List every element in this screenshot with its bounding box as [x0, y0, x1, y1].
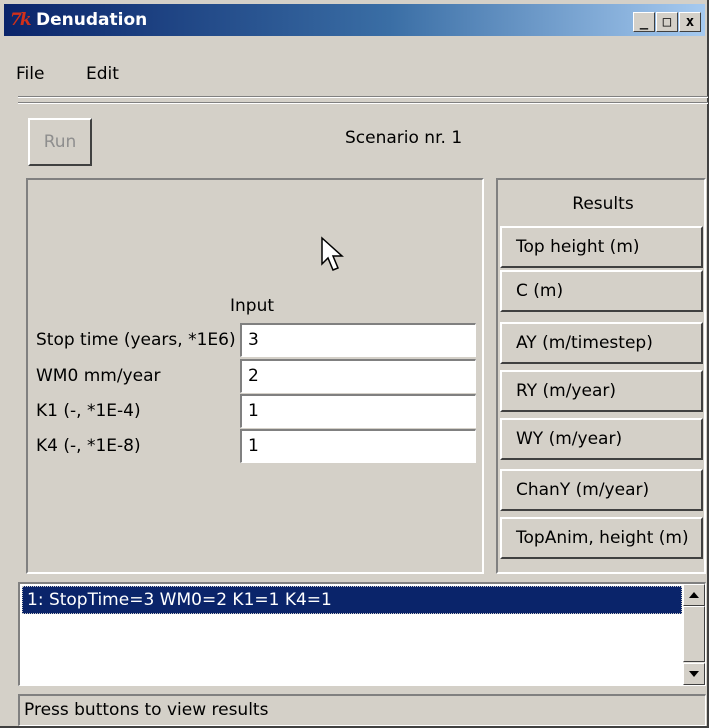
- menu-separator: [18, 96, 708, 98]
- stop-time-input[interactable]: 3: [240, 323, 476, 357]
- k1-label: K1 (-, *1E-4): [36, 401, 141, 421]
- scenario-scrollbar[interactable]: [683, 584, 705, 685]
- run-button[interactable]: Run: [28, 118, 92, 166]
- k1-input[interactable]: 1: [240, 394, 476, 428]
- app-window: 7k Denudation _ □ x File Edit Run Scenar…: [0, 0, 709, 728]
- menu-bar: File Edit: [4, 56, 705, 92]
- scenario-list-item[interactable]: 1: StopTime=3 WM0=2 K1=1 K4=1: [22, 586, 682, 614]
- scroll-down-button[interactable]: [683, 663, 705, 685]
- k4-input[interactable]: 1: [240, 429, 476, 463]
- wy-button[interactable]: WY (m/year): [500, 418, 703, 460]
- ry-button[interactable]: RY (m/year): [500, 370, 703, 412]
- close-button[interactable]: x: [679, 12, 701, 32]
- c-button[interactable]: C (m): [500, 270, 703, 312]
- arrow-up-icon: [689, 592, 699, 598]
- maximize-button[interactable]: □: [656, 12, 678, 32]
- window-title: Denudation: [36, 10, 148, 30]
- arrow-down-icon: [689, 671, 699, 677]
- input-heading: Input: [230, 296, 275, 316]
- scroll-thumb[interactable]: [683, 606, 705, 662]
- tk-logo-icon: 7k: [10, 10, 32, 30]
- results-heading: Results: [572, 194, 634, 214]
- scroll-up-button[interactable]: [683, 584, 705, 606]
- k4-label: K4 (-, *1E-8): [36, 436, 141, 456]
- menu-separator-lower: [18, 102, 708, 104]
- status-bar: Press buttons to view results: [18, 694, 706, 726]
- topanim-button[interactable]: TopAnim, height (m): [500, 517, 703, 559]
- ay-button[interactable]: AY (m/timestep): [500, 322, 703, 364]
- menu-edit[interactable]: Edit: [86, 64, 119, 84]
- scenario-list[interactable]: 1: StopTime=3 WM0=2 K1=1 K4=1: [18, 582, 706, 686]
- wm0-input[interactable]: 2: [240, 359, 476, 393]
- top-height-button[interactable]: Top height (m): [500, 226, 703, 268]
- scenario-label: Scenario nr. 1: [345, 128, 463, 148]
- wm0-label: WM0 mm/year: [36, 366, 161, 386]
- menu-file[interactable]: File: [16, 64, 44, 84]
- minimize-button[interactable]: _: [633, 12, 655, 32]
- stop-time-label: Stop time (years, *1E6): [36, 330, 236, 350]
- title-bar[interactable]: 7k Denudation _ □ x: [4, 4, 705, 36]
- mouse-pointer-icon: [321, 236, 344, 271]
- chany-button[interactable]: ChanY (m/year): [500, 469, 703, 511]
